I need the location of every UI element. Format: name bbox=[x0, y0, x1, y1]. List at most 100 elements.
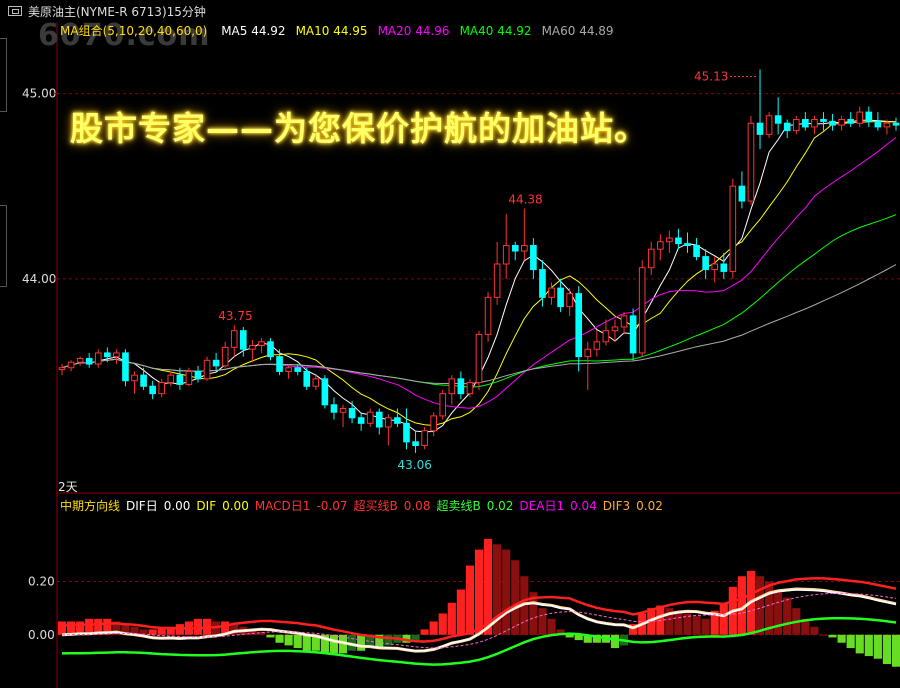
candle-body bbox=[221, 346, 229, 367]
candle-body bbox=[602, 330, 610, 343]
macd-histogram-bar bbox=[873, 634, 882, 659]
candle-body bbox=[530, 244, 537, 271]
candle-body bbox=[693, 244, 700, 258]
macd-histogram-bar bbox=[266, 634, 275, 638]
slogan-banner: 股市专家——为您保价护航的加油站。 bbox=[70, 109, 648, 148]
macd-histogram-bar bbox=[193, 618, 203, 635]
candle-body bbox=[539, 269, 546, 298]
macd-legend-item: DIF bbox=[196, 499, 217, 513]
candle-body bbox=[113, 352, 120, 358]
macd-legend-item: MACD日1 bbox=[254, 499, 311, 513]
macd-histogram-bar bbox=[755, 576, 765, 635]
candle-body bbox=[756, 122, 764, 135]
candle-body bbox=[267, 341, 274, 358]
macd-legend-item: DIF日 bbox=[126, 499, 158, 513]
candle-body bbox=[874, 120, 882, 128]
local-high-annotation: 43.75 bbox=[218, 309, 252, 323]
macd-histogram-bar bbox=[774, 589, 783, 635]
macd-histogram-bar bbox=[438, 613, 447, 635]
candle-body bbox=[820, 119, 827, 122]
candle-body bbox=[58, 367, 66, 371]
low-price-annotation: 43.06 bbox=[398, 458, 432, 472]
macd-histogram-bar bbox=[819, 634, 828, 636]
candle-body bbox=[865, 111, 873, 122]
ma-legend-item: MA40 44.92 bbox=[459, 24, 532, 38]
macd-histogram-bar bbox=[456, 589, 465, 635]
macd-histogram-bar bbox=[882, 634, 892, 665]
candle-body bbox=[466, 382, 474, 395]
macd-histogram-bar bbox=[302, 634, 311, 651]
macd-histogram-bar bbox=[275, 634, 284, 643]
candle-body bbox=[421, 430, 428, 447]
candle-body bbox=[774, 115, 782, 124]
candle-body bbox=[230, 330, 238, 348]
candle-body bbox=[593, 341, 601, 350]
candle-body bbox=[629, 315, 637, 354]
candle-body bbox=[348, 407, 356, 419]
candle-body bbox=[185, 370, 193, 385]
candle-body bbox=[439, 393, 447, 417]
macd-legend: 中期方向线 DIF日 0.00 DIF 0.00 MACD日1 -0.07 超买线B 0.08 超… bbox=[60, 497, 669, 514]
macd-legend-item: 超买线B bbox=[353, 499, 398, 513]
macd-histogram-bar bbox=[57, 621, 67, 635]
macd-histogram-bar bbox=[357, 634, 366, 651]
window-icon[interactable] bbox=[8, 6, 22, 16]
candle-body bbox=[666, 237, 673, 243]
candle-body bbox=[357, 417, 365, 424]
macd-histogram-bar bbox=[701, 618, 710, 635]
macd-histogram-bar bbox=[692, 616, 701, 635]
macd-tick-label: 0.00 bbox=[28, 628, 55, 642]
period-label: 2天 bbox=[58, 480, 78, 494]
macd-histogram-bar bbox=[329, 634, 339, 654]
ma-group-label[interactable]: MA组合(5,10,20,40,60,0) bbox=[60, 24, 207, 38]
macd-legend-item: 中期方向线 bbox=[60, 499, 121, 513]
candle-body bbox=[493, 263, 501, 298]
macd-legend-item: 0.04 bbox=[570, 499, 597, 513]
candle-body bbox=[720, 263, 728, 272]
candle-body bbox=[321, 378, 329, 406]
candle-body bbox=[104, 352, 111, 358]
candle-body bbox=[502, 244, 510, 265]
left-panel-handle-mid[interactable] bbox=[0, 205, 7, 287]
candle-body bbox=[448, 378, 456, 395]
macd-tick-label: 0.20 bbox=[28, 575, 55, 589]
candle-body bbox=[457, 378, 465, 395]
candle-body bbox=[403, 422, 410, 443]
macd-histogram-bar bbox=[810, 626, 819, 635]
candle-body bbox=[802, 119, 809, 128]
candle-body bbox=[276, 356, 283, 372]
macd-histogram-bar bbox=[293, 634, 302, 649]
candle-body bbox=[856, 111, 864, 124]
candle-body bbox=[729, 185, 737, 272]
macd-legend-item: 0.00 bbox=[163, 499, 191, 513]
candle-body bbox=[656, 241, 664, 250]
candle-body bbox=[158, 382, 166, 395]
candle-body bbox=[131, 374, 138, 382]
candle-body bbox=[67, 361, 75, 369]
candle-body bbox=[239, 330, 247, 350]
macd-histogram-bar bbox=[828, 634, 837, 638]
macd-legend-item: 0.02 bbox=[486, 499, 514, 513]
candle-body bbox=[638, 267, 646, 354]
candle-body bbox=[484, 296, 492, 335]
high-price-annotation: 45.13 bbox=[694, 69, 728, 83]
macd-histogram-bar bbox=[420, 629, 429, 635]
macd-legend-item: DEA日1 bbox=[519, 499, 565, 513]
candle-body bbox=[521, 244, 528, 252]
local-high-annotation: 44.38 bbox=[508, 192, 542, 206]
ma-legend: MA组合(5,10,20,40,60,0) MA5 44.92 MA10 44.9… bbox=[60, 22, 624, 39]
candle-body bbox=[829, 120, 836, 126]
candle-body bbox=[212, 359, 220, 367]
candle-body bbox=[176, 374, 184, 385]
macd-histogram-bar bbox=[719, 602, 728, 635]
candle-body bbox=[647, 248, 655, 269]
candle-body bbox=[303, 370, 311, 387]
macd-histogram-bar bbox=[148, 629, 157, 635]
candle-body bbox=[792, 119, 800, 132]
candle-body bbox=[675, 237, 682, 245]
macd-histogram-bar bbox=[674, 610, 683, 635]
macd-legend-item: 超卖线B bbox=[436, 499, 481, 513]
left-panel-handle-top[interactable] bbox=[0, 38, 7, 112]
macd-histogram-bar bbox=[502, 549, 511, 635]
candle-body bbox=[883, 122, 891, 128]
